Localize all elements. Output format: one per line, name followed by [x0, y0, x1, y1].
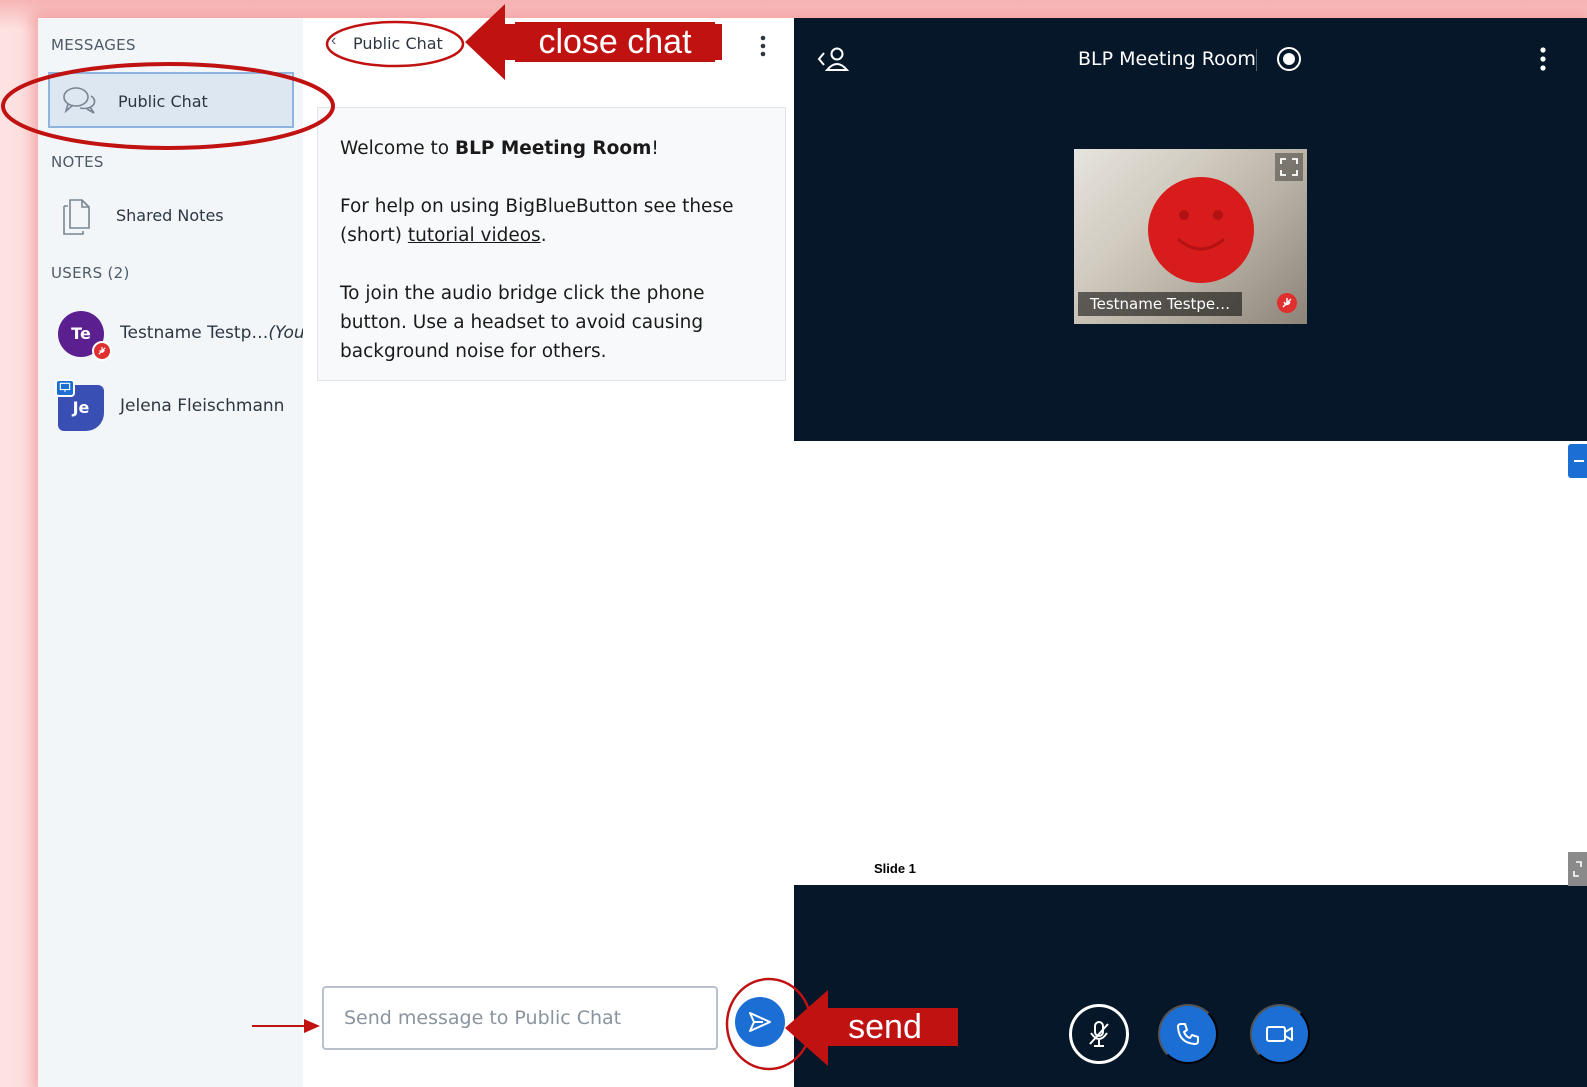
annotation-overlay: [1, 4, 958, 1071]
annotation-close-chat: close chat: [515, 22, 715, 62]
annotation-send: send: [830, 1008, 940, 1046]
